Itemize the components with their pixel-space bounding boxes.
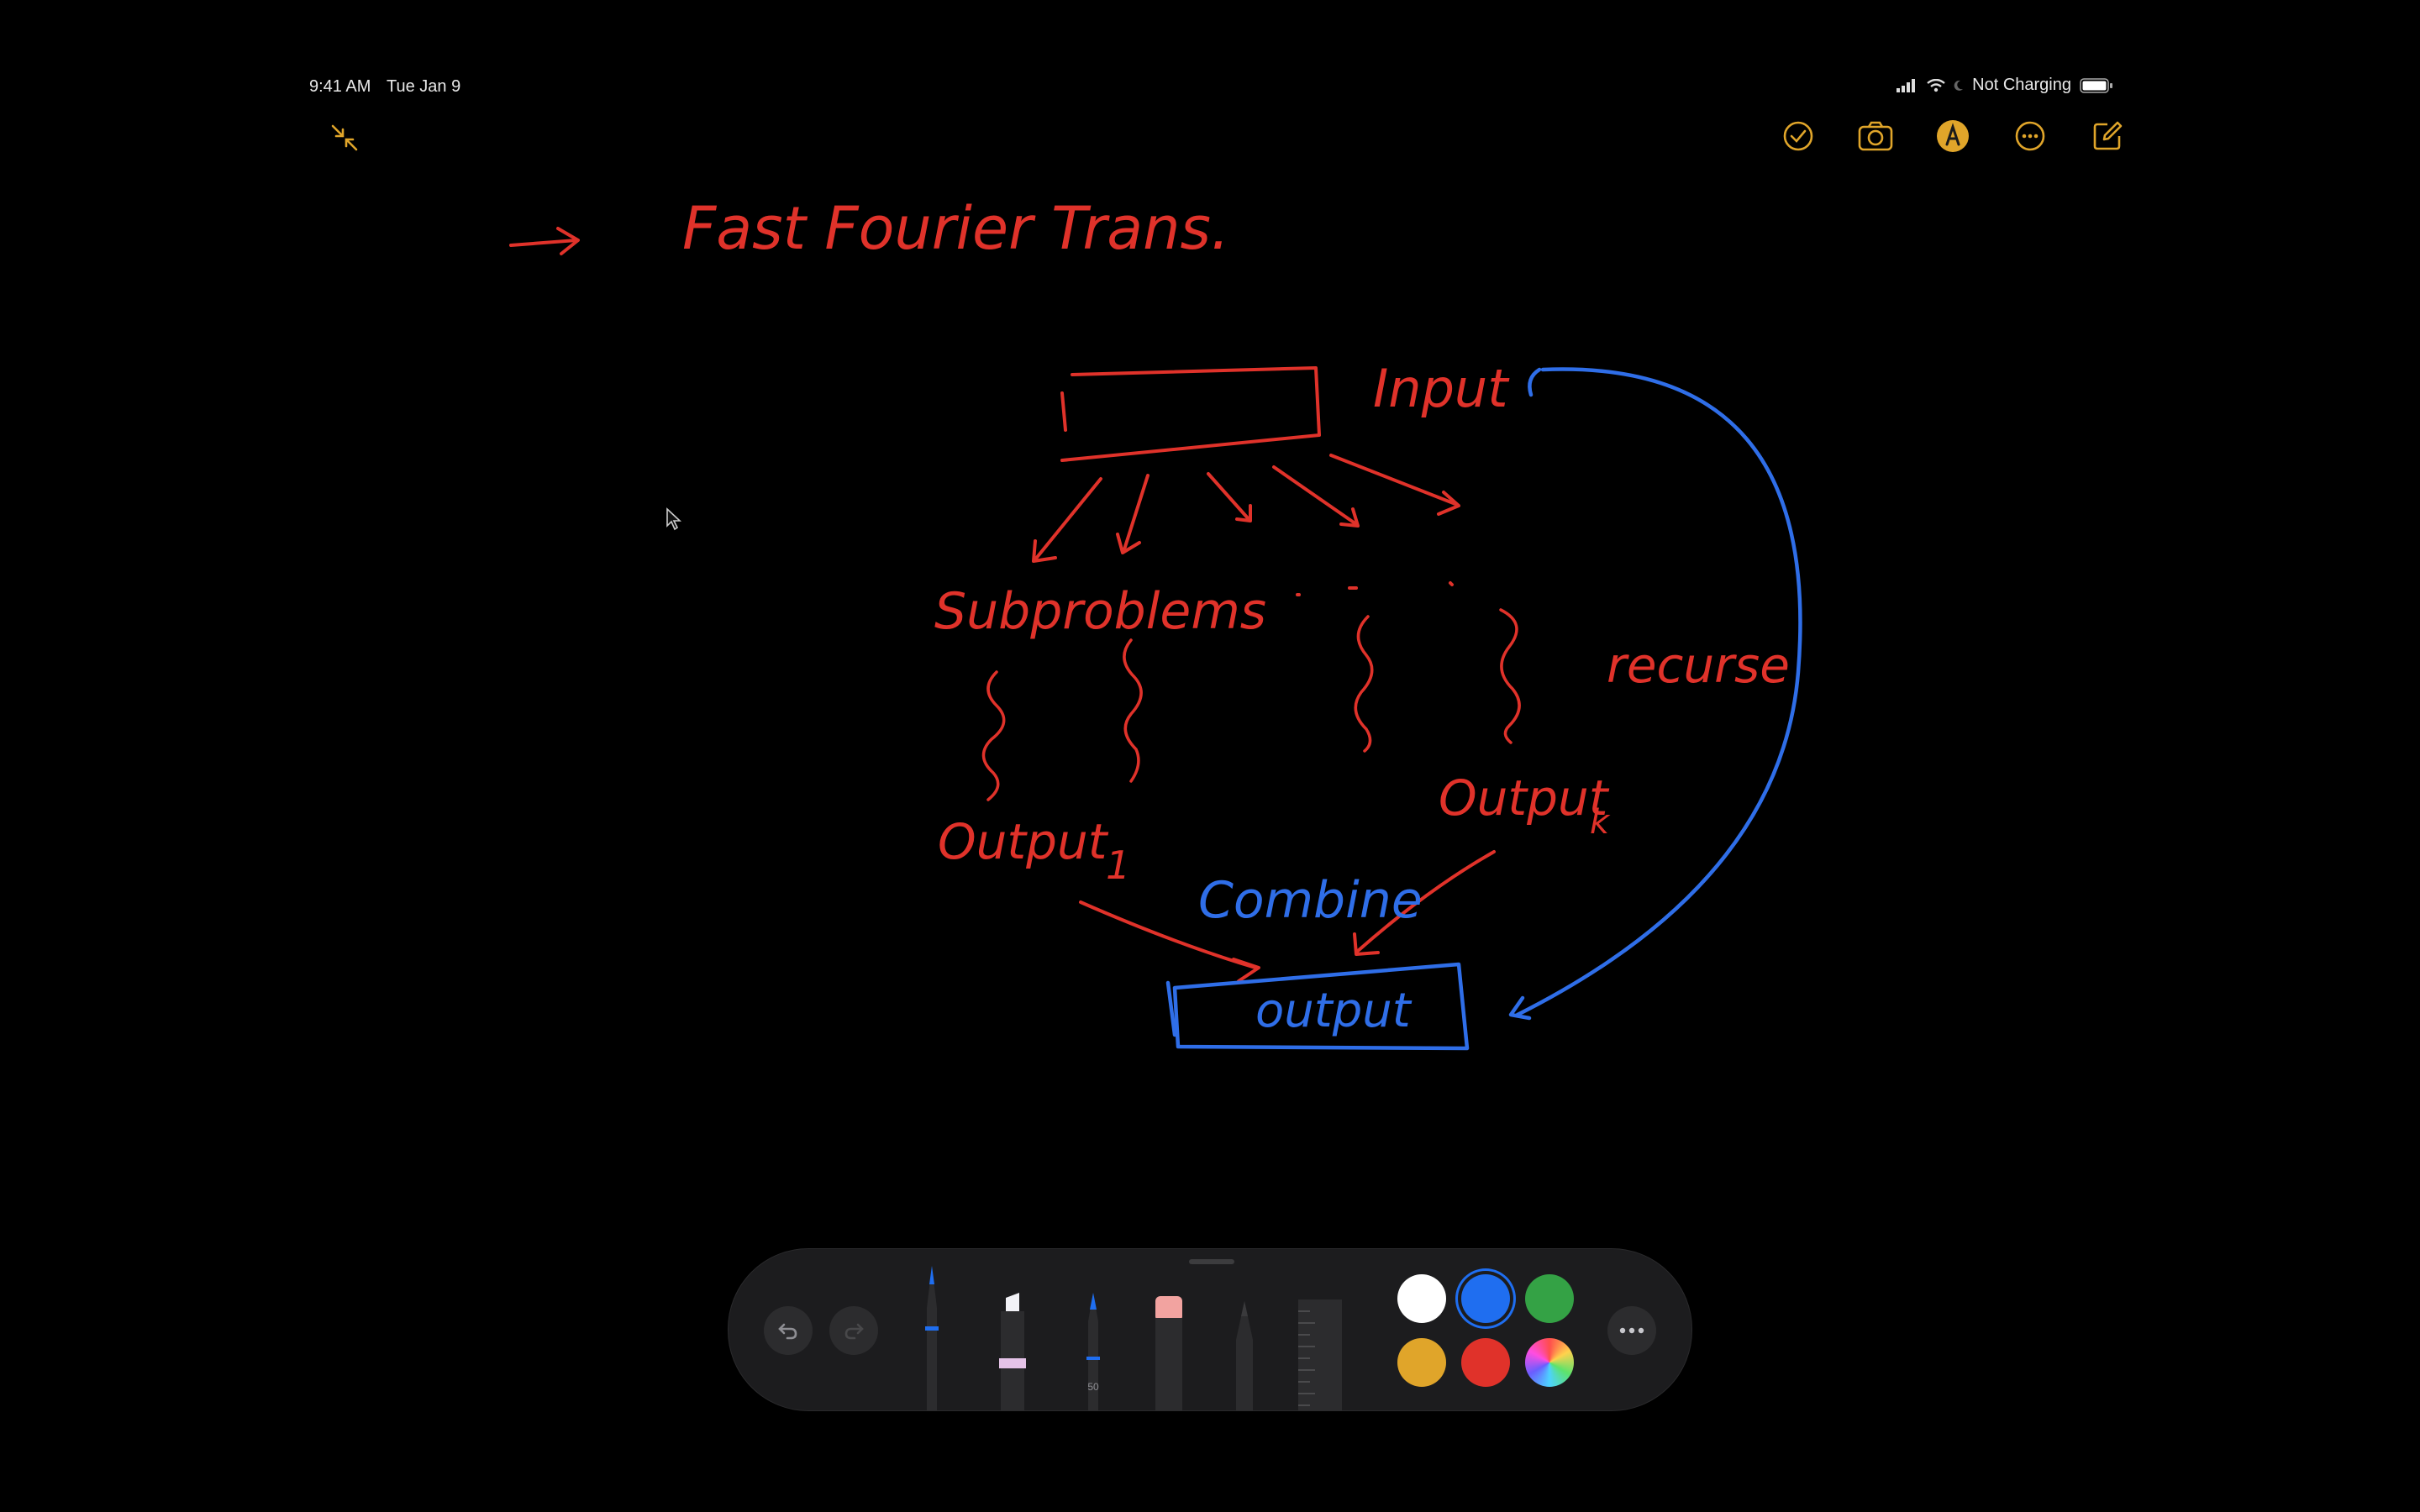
- fineliner-tool[interactable]: 50: [1076, 1293, 1110, 1410]
- input-box: [1060, 366, 1321, 462]
- label-subproblems: Subproblems: [934, 582, 1266, 641]
- label-output-1-sub: 1: [1106, 843, 1130, 888]
- redo-button[interactable]: [829, 1306, 878, 1355]
- color-red[interactable]: [1461, 1338, 1510, 1387]
- label-input: Input: [1373, 358, 1510, 419]
- color-white[interactable]: [1397, 1274, 1446, 1323]
- palette-more-button[interactable]: [1607, 1306, 1656, 1355]
- label-combine: Combine: [1198, 871, 1423, 930]
- color-yellow[interactable]: [1397, 1338, 1446, 1387]
- color-picker-multicolor[interactable]: [1525, 1338, 1574, 1387]
- redo-icon: [844, 1323, 864, 1340]
- pencil-tool[interactable]: [1228, 1301, 1261, 1410]
- title-arrow: [509, 227, 580, 255]
- color-green[interactable]: [1525, 1274, 1574, 1323]
- ellipsis-dots: [1296, 581, 1454, 596]
- label-final-output: output: [1255, 984, 1413, 1038]
- more-icon: [1619, 1327, 1644, 1334]
- label-recurse: recurse: [1607, 637, 1790, 694]
- highlighter-tool[interactable]: [994, 1293, 1031, 1410]
- eraser-tool[interactable]: [1150, 1296, 1187, 1410]
- ruler-tool[interactable]: [1297, 1299, 1344, 1410]
- palette-grabber[interactable]: [1189, 1259, 1234, 1264]
- undo-button[interactable]: [764, 1306, 813, 1355]
- label-output-k: Output: [1439, 769, 1610, 827]
- pen-tool[interactable]: [915, 1266, 949, 1410]
- label-output-1: Output: [938, 813, 1109, 870]
- mouse-cursor-icon: [666, 507, 682, 535]
- tool-palette: 50: [728, 1248, 1692, 1411]
- color-blue-selected[interactable]: [1461, 1274, 1510, 1323]
- undo-icon: [778, 1323, 797, 1340]
- fineliner-width: 50: [1087, 1381, 1099, 1393]
- label-output-k-sub: k: [1590, 803, 1611, 842]
- note-title: Fast Fourier Trans.: [682, 194, 1229, 263]
- split-arrows: [1032, 454, 1460, 563]
- recurse-arc-start: [1528, 367, 1542, 397]
